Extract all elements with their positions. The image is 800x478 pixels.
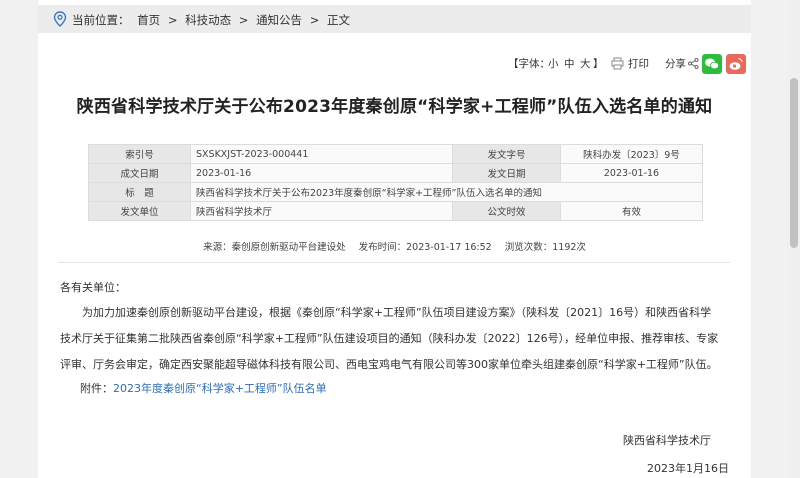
view-count: 浏览次数：1192次 (504, 242, 586, 253)
issuer-label: 发文单位 (88, 201, 191, 221)
doc-number-label: 发文字号 (452, 144, 561, 164)
scrollbar[interactable] (788, 0, 800, 478)
breadcrumb-separator: > (238, 13, 249, 27)
doc-number-value: 陕科办发〔2023〕9号 (560, 144, 703, 164)
subject-label: 标 题 (88, 182, 191, 202)
printer-icon[interactable] (611, 57, 624, 70)
breadcrumb-separator: > (309, 13, 320, 27)
created-date-label: 成文日期 (88, 163, 191, 183)
divider (58, 262, 730, 263)
issuer-value: 陕西省科学技术厅 (190, 201, 453, 221)
breadcrumb-prefix: 当前位置： (72, 13, 130, 27)
issued-date-value: 2023-01-16 (560, 163, 703, 183)
breadcrumb-tech-news[interactable]: 科技动态 (185, 13, 231, 27)
breadcrumb: 当前位置： 首页 > 科技动态 > 通知公告 > 正文 (38, 5, 751, 33)
signature-org: 陕西省科学技术厅 (623, 434, 711, 447)
breadcrumb-separator: > (167, 13, 178, 27)
print-button[interactable]: 打印 (628, 56, 649, 71)
publish-time: 发布时间：2023-01-17 16:52 (358, 242, 492, 253)
article-body: 为加力加速秦创原创新驱动平台建设，根据《秦创原“科学家+工程师”队伍项目建设方案… (60, 300, 725, 378)
font-medium-button[interactable]: 中 (564, 56, 575, 71)
issued-date-label: 发文日期 (452, 163, 561, 183)
article-source-info: 来源：秦创原创新驱动平台建设处 发布时间：2023-01-17 16:52 浏览… (38, 239, 751, 253)
location-pin-icon (53, 11, 67, 27)
share-label: 分享 (665, 58, 686, 70)
validity-label: 公文时效 (452, 201, 561, 221)
table-row: 成文日期 2023-01-16 发文日期 2023-01-16 (88, 163, 703, 183)
body-line: 技术厅关于征集第二批陕西省秦创原“科学家+工程师”队伍建设项目的通知（陕科办发〔… (60, 332, 719, 345)
body-line: 为加力加速秦创原创新驱动平台建设，根据《秦创原“科学家+工程师”队伍项目建设方案… (60, 306, 712, 319)
scrollbar-thumb[interactable] (790, 78, 798, 248)
breadcrumb-current: 正文 (327, 13, 351, 27)
page: 当前位置： 首页 > 科技动态 > 通知公告 > 正文 【字体： 小 中 大 】… (38, 0, 751, 478)
source-text: 来源：秦创原创新驱动平台建设处 (203, 242, 346, 253)
font-small-button[interactable]: 小 (548, 56, 559, 71)
table-row: 发文单位 陕西省科学技术厅 公文时效 有效 (88, 201, 703, 221)
attachment-link[interactable]: 2023年度秦创原“科学家+工程师”队伍名单 (113, 382, 327, 395)
font-size-close: 】 (593, 58, 604, 70)
greeting: 各有关单位： (60, 281, 126, 294)
weibo-share-icon[interactable] (726, 54, 746, 74)
article-title: 陕西省科学技术厅关于公布2023年度秦创原“科学家+工程师”队伍入选名单的通知 (76, 97, 713, 117)
share-icon[interactable] (688, 58, 699, 69)
breadcrumb-home[interactable]: 首页 (137, 13, 160, 27)
breadcrumb-notices[interactable]: 通知公告 (256, 13, 302, 27)
subject-value: 陕西省科学技术厅关于公布2023年度秦创原“科学家+工程师”队伍入选名单的通知 (190, 182, 703, 202)
table-row: 索引号 SXSKXJST-2023-000441 发文字号 陕科办发〔2023〕… (88, 144, 703, 164)
created-date-value: 2023-01-16 (190, 163, 453, 183)
index-label: 索引号 (88, 144, 191, 164)
attachment: 附件：2023年度秦创原“科学家+工程师”队伍名单 (80, 380, 327, 396)
body-line: 评审、厅务会审定，确定西安聚能超导磁体科技有限公司、西电宝鸡电气有限公司等300… (60, 358, 718, 371)
font-size-label: 【字体： (508, 58, 550, 70)
font-large-button[interactable]: 大 (580, 56, 591, 71)
index-value: SXSKXJST-2023-000441 (190, 144, 453, 164)
validity-value: 有效 (560, 201, 703, 221)
table-row: 标 题 陕西省科学技术厅关于公布2023年度秦创原“科学家+工程师”队伍入选名单… (88, 182, 703, 202)
signature-date: 2023年1月16日 (647, 462, 729, 475)
wechat-share-icon[interactable] (702, 54, 722, 74)
attachment-label: 附件： (80, 382, 113, 395)
document-meta-table: 索引号 SXSKXJST-2023-000441 发文字号 陕科办发〔2023〕… (88, 144, 703, 221)
